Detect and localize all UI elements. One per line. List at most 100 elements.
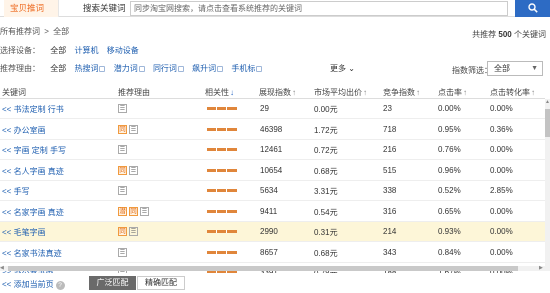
keyword-link[interactable]: << 名家书法真迹 (2, 248, 62, 259)
horizontal-scroll-thumb[interactable] (8, 266, 518, 271)
impressions-value: 9411 (260, 206, 278, 216)
avg-bid-value: 0.00元 (314, 105, 338, 114)
scroll-left-icon[interactable]: ◀ (0, 265, 4, 271)
reason-tag-badge: 同 (118, 124, 127, 134)
checkbox-icon[interactable] (217, 66, 224, 72)
ctr-value: 0.76% (438, 145, 461, 154)
device-option-computer[interactable]: 计算机 (74, 45, 98, 57)
tab-item-recommend[interactable]: 宝贝推词 (4, 0, 59, 17)
table-row[interactable]: << 名人字画 真迹 同 ☰ 10654 0.68元 515 0.96% 0.00% (0, 161, 545, 181)
col-competition[interactable]: 竞争指数↑ (383, 87, 420, 98)
table-row[interactable]: << 字画 定制 手写 ☰ 12461 0.72元 216 0.76% 0.00% (0, 140, 545, 160)
reason-tag-badge: 同 (118, 165, 127, 175)
competition-value: 515 (383, 165, 397, 175)
reason-tags: 同 ☰ (118, 165, 140, 175)
avg-bid-value: 0.54元 (314, 207, 338, 217)
keyword-link[interactable]: << 字画 定制 手写 (2, 145, 66, 156)
col-impressions[interactable]: 展现指数↑ (259, 87, 296, 98)
table-row[interactable]: << 毛笔字画 同 ☰ 2990 0.31元 214 0.93% 0.00% (0, 222, 545, 242)
index-filter-select[interactable]: 全部 ▼ (487, 61, 543, 76)
reason-tag-icon: ☰ (118, 247, 127, 257)
avg-bid-value: 1.72元 (314, 125, 338, 135)
col-avg-bid[interactable]: 市场平均出价↑ (314, 87, 367, 98)
sort-down-icon: ↓ (230, 88, 234, 97)
checkbox-icon[interactable] (138, 66, 145, 72)
col-cvr[interactable]: 点击转化率↑ (490, 87, 535, 98)
reason-mobile-label: 手机标 (231, 64, 256, 73)
cvr-value: 0.00% (490, 227, 513, 236)
keyword-link[interactable]: << 手写 (2, 186, 30, 197)
avg-bid-value: 3.31元 (314, 187, 338, 196)
total-count: 共推荐 500 个关键词 (472, 29, 546, 40)
reason-tags: ☰ (118, 185, 129, 195)
keyword-link[interactable]: << 办公室画 (2, 125, 46, 136)
reason-option-rising[interactable]: 飙升词 (192, 63, 224, 75)
keyword-link[interactable]: << 书法定制 行书 (2, 104, 64, 115)
avg-bid-value: 0.68元 (314, 248, 338, 258)
cvr-value: 0.00% (490, 247, 513, 257)
table-row[interactable]: << 名家字画 真迹 潜同 ☰ 9411 0.54元 316 0.65% 0.00% (0, 202, 545, 222)
cvr-value: 0.00% (490, 104, 513, 113)
checkbox-icon[interactable] (177, 66, 184, 72)
search-input[interactable]: 同步淘宝网搜索，请点击查看系统推荐的关键词 (130, 1, 508, 16)
col-ctr[interactable]: 点击率↑ (438, 87, 467, 98)
checkbox-icon[interactable] (256, 66, 263, 72)
reason-potential-label: 潜力词 (113, 64, 138, 73)
reason-option-mobile[interactable]: 手机标 (231, 63, 263, 75)
checkbox-icon[interactable] (99, 66, 106, 72)
bottom-bar: << 添加当前页? 广泛匹配 精确匹配 (0, 273, 550, 293)
table-row[interactable]: << 手写 ☰ 5634 3.31元 338 0.52% 2.85% (0, 181, 545, 201)
competition-value: 214 (383, 227, 397, 236)
keyword-link[interactable]: << 名家字画 真迹 (2, 207, 64, 218)
sort-icon: ↑ (463, 88, 467, 97)
help-icon[interactable]: ? (55, 281, 65, 290)
total-number: 500 (498, 30, 512, 39)
reason-tag-icon: ☰ (118, 186, 127, 195)
search-icon (527, 3, 538, 13)
scroll-right-icon[interactable]: ▶ (539, 265, 543, 271)
total-prefix: 共推荐 (472, 30, 497, 39)
reason-label: 推荐理由： (0, 64, 40, 73)
competition-value: 23 (383, 104, 392, 113)
relevance-bar (207, 250, 237, 254)
reason-tag-icon: ☰ (129, 227, 138, 236)
add-current-page-button[interactable]: << 添加当前页? (2, 279, 65, 290)
reason-option-all[interactable]: 全部 (50, 63, 66, 75)
reason-tags: 同 ☰ (118, 124, 140, 134)
dropdown-arrow-icon: ▼ (531, 65, 538, 72)
device-option-mobile[interactable]: 移动设备 (107, 45, 139, 57)
table-row[interactable]: << 办公室画 同 ☰ 46398 1.72元 718 0.95% 0.36% (0, 120, 545, 140)
avg-bid-value: 0.31元 (314, 228, 338, 237)
keyword-link[interactable]: << 毛笔字画 (2, 227, 46, 238)
device-option-all[interactable]: 全部 (50, 45, 66, 57)
reason-option-peer[interactable]: 同行词 (153, 63, 184, 75)
breadcrumb-separator: > (44, 27, 49, 36)
more-button[interactable]: 更多 ⌄ (330, 63, 355, 74)
scroll-up-icon[interactable]: ▲ (545, 99, 550, 105)
table-row[interactable]: << 书法定制 行书 ☰ 29 0.00元 23 0.00% 0.00% (0, 99, 545, 119)
reason-option-hot[interactable]: 热搜词 (74, 63, 106, 75)
search-button[interactable] (515, 0, 550, 17)
vertical-scrollbar[interactable]: ▲ (545, 99, 550, 271)
cvr-value: 0.00% (490, 165, 513, 175)
keyword-link[interactable]: << 名人字画 真迹 (2, 166, 64, 177)
top-bar: 宝贝推词 搜索关键词 同步淘宝网搜索，请点击查看系统推荐的关键词 (0, 0, 550, 17)
reason-option-potential[interactable]: 潜力词 (114, 63, 145, 75)
table-row[interactable]: << 名家书法真迹 ☰ 8657 0.68元 343 0.84% 0.00% (0, 243, 545, 263)
add-current-page-label: << 添加当前页 (2, 280, 54, 289)
cvr-value: 0.00% (490, 206, 513, 216)
sort-icon: ↑ (531, 88, 535, 97)
impressions-value: 2990 (260, 227, 278, 236)
ctr-value: 0.95% (438, 124, 461, 134)
broad-match-button[interactable]: 广泛匹配 (89, 276, 136, 290)
col-relevance[interactable]: 相关性↓ (205, 87, 234, 98)
horizontal-scrollbar[interactable]: ◀ ▶ (0, 265, 545, 271)
relevance-bar (207, 230, 237, 233)
tab-search-keywords[interactable]: 搜索关键词 (77, 0, 132, 17)
reason-tag-icon: ☰ (140, 206, 149, 216)
device-filter: 选择设备： 全部 计算机 移动设备 (0, 45, 145, 57)
cvr-value: 0.36% (490, 124, 513, 134)
breadcrumb-root[interactable]: 所有推荐词 (0, 26, 40, 38)
vertical-scroll-thumb[interactable] (545, 109, 550, 137)
exact-match-button[interactable]: 精确匹配 (137, 276, 185, 290)
